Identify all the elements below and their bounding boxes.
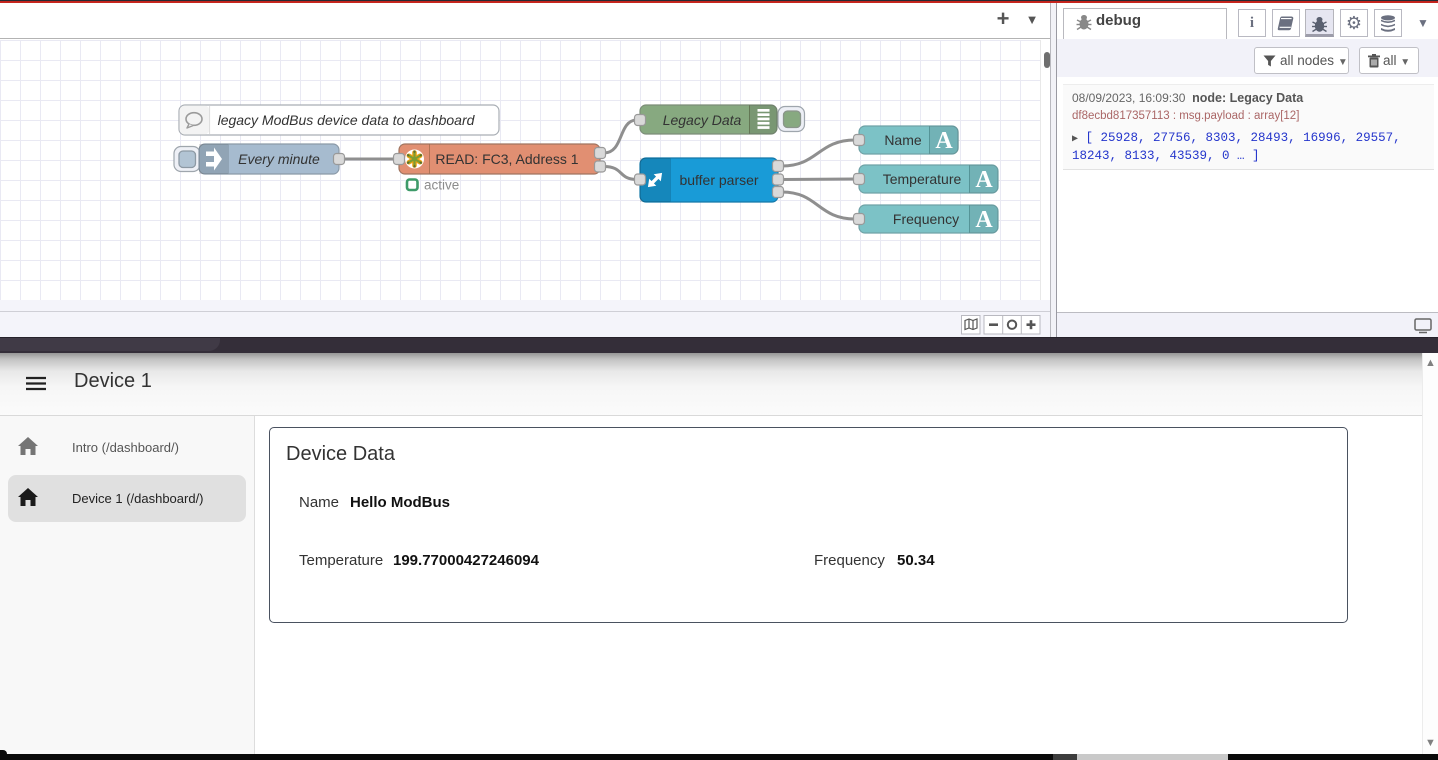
- svg-text:A: A: [975, 167, 993, 193]
- svg-text:active: active: [424, 178, 459, 193]
- svg-text:Temperature: Temperature: [883, 171, 962, 187]
- svg-text:Every minute: Every minute: [238, 151, 320, 167]
- svg-text:legacy ModBus device data to d: legacy ModBus device data to dashboard: [218, 112, 476, 128]
- svg-text:A: A: [975, 207, 993, 233]
- svg-text:READ: FC3, Address 1: READ: FC3, Address 1: [435, 151, 578, 167]
- svg-text:Legacy Data: Legacy Data: [663, 112, 742, 128]
- svg-text:Name: Name: [884, 132, 922, 148]
- svg-text:Frequency: Frequency: [893, 211, 959, 227]
- svg-text:A: A: [935, 128, 953, 154]
- svg-text:buffer parser: buffer parser: [679, 172, 758, 188]
